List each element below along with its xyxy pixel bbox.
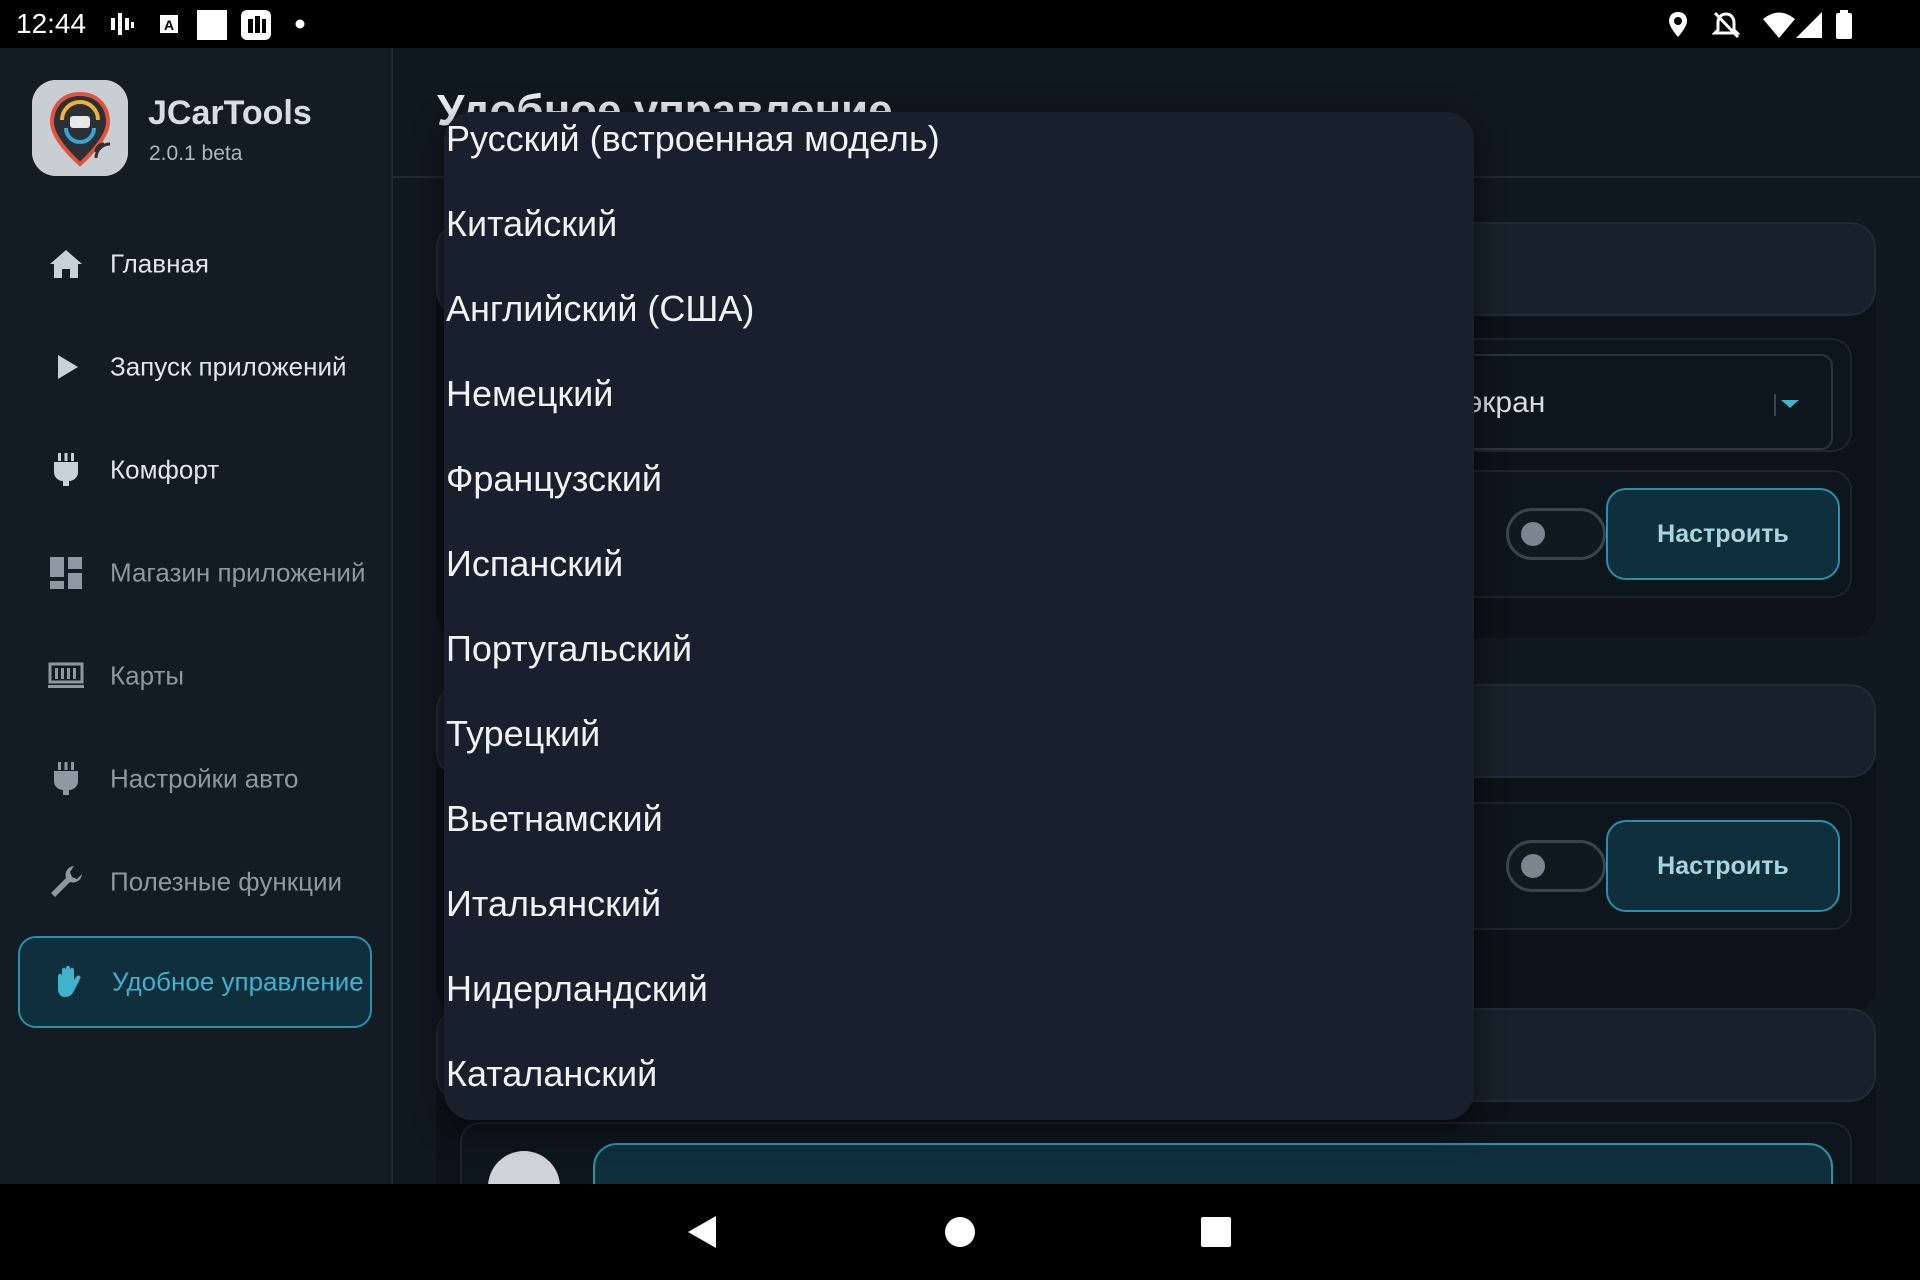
signal-bars-icon: [111, 13, 134, 35]
sidebar-item-label: Удобное управление: [112, 966, 364, 997]
app-notification-icon: [241, 10, 271, 40]
battery-icon: [1836, 10, 1852, 39]
dropdown-option[interactable]: Испанский: [446, 521, 1446, 606]
hand-icon: [58, 965, 81, 997]
recents-icon[interactable]: [1168, 1184, 1264, 1280]
select-value: экран: [1467, 386, 1546, 419]
toggle-knob: [1521, 854, 1545, 878]
app-logo: [32, 80, 128, 176]
dropdown-option[interactable]: Каталанский: [446, 1031, 1446, 1116]
status-right-icons: [1666, 10, 1866, 40]
sidebar-item-label: Карты: [110, 660, 185, 691]
app-logo-icon: [32, 80, 128, 176]
configure-button[interactable]: Настроить: [1606, 488, 1840, 580]
system-nav-bar: [0, 1184, 1920, 1280]
map-icon: [48, 662, 84, 688]
dropdown-option[interactable]: Китайский: [446, 181, 1446, 266]
toggle-switch[interactable]: [1506, 508, 1606, 560]
sidebar-item-app-store[interactable]: Магазин приложений: [18, 527, 372, 619]
sidebar-item-home[interactable]: Главная: [18, 218, 372, 310]
dropdown-option[interactable]: Турецкий: [446, 691, 1446, 776]
sidebar-item-maps[interactable]: Карты: [18, 630, 372, 722]
play-icon: [58, 355, 78, 379]
sidebar-item-app-launch[interactable]: Запуск приложений: [18, 321, 372, 413]
back-icon[interactable]: [654, 1184, 750, 1280]
sidebar-item-label: Запуск приложений: [110, 351, 347, 382]
dropdown-option[interactable]: Русский (встроенная модель): [446, 96, 1446, 181]
a-badge-icon: A: [160, 15, 178, 33]
home-circle-icon[interactable]: [912, 1184, 1008, 1280]
wrench-icon: [51, 866, 82, 897]
white-square-icon: [197, 10, 227, 40]
app-version: 2.0.1 beta: [149, 142, 243, 165]
toggle-switch[interactable]: [1506, 840, 1606, 892]
status-time: 12:44: [16, 8, 87, 39]
app-name: JCarTools: [148, 94, 312, 132]
home-icon: [50, 250, 82, 278]
action-button[interactable]: [593, 1143, 1833, 1184]
sidebar-item-label: Главная: [110, 248, 209, 279]
sidebar: JCarTools 2.0.1 beta Главная Запуск прил…: [0, 48, 393, 1184]
cell-signal-icon: [1796, 12, 1822, 38]
sidebar-item-label: Полезные функции: [110, 866, 343, 897]
sidebar-item-useful-functions[interactable]: Полезные функции: [18, 836, 372, 928]
dashboard-icon: [50, 557, 82, 589]
dropdown-option[interactable]: Немецкий: [446, 351, 1446, 436]
dropdown-arrow-icon: [1774, 394, 1799, 416]
toggle-knob: [1521, 522, 1545, 546]
dropdown-option[interactable]: Нидерландский: [446, 946, 1446, 1031]
sidebar-item-label: Магазин приложений: [110, 557, 366, 588]
sidebar-item-label: Комфорт: [110, 454, 220, 485]
dropdown-option[interactable]: Французский: [446, 436, 1446, 521]
dropdown-option[interactable]: Английский (США): [446, 266, 1446, 351]
status-bar: 12:44 A: [0, 0, 1920, 48]
do-not-disturb-icon: [1712, 11, 1740, 39]
dropdown-option[interactable]: Вьетнамский: [446, 776, 1446, 861]
wifi-icon: [1763, 12, 1795, 38]
sidebar-item-convenient-control[interactable]: Удобное управление: [18, 936, 372, 1028]
svg-text:A: A: [164, 17, 174, 33]
location-icon: [1669, 12, 1687, 37]
sidebar-item-label: Настройки авто: [110, 763, 299, 794]
configure-button[interactable]: Настроить: [1606, 820, 1840, 912]
dropdown-option[interactable]: Португальский: [446, 606, 1446, 691]
plug-icon: [54, 453, 78, 486]
dropdown-option[interactable]: Итальянский: [446, 861, 1446, 946]
plug-icon: [54, 762, 78, 795]
language-dropdown-menu: Русский (встроенная модель) Китайский Ан…: [444, 112, 1474, 1120]
sidebar-item-car-settings[interactable]: Настройки авто: [18, 733, 372, 825]
sidebar-item-comfort[interactable]: Комфорт: [18, 424, 372, 516]
dot-icon: [295, 19, 305, 29]
